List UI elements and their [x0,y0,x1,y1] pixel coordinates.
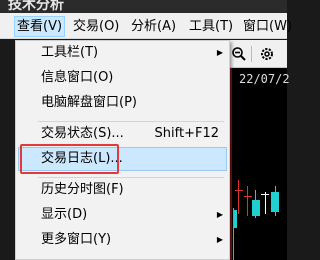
menu-item-trade-status[interactable]: 交易状态(S)... Shift+F12 [18,122,227,146]
candle-wick [238,180,239,214]
chart-date-label: 22/07/2 [239,72,290,86]
menu-item-label: 历史分时图(F) [41,182,124,197]
menu-tools[interactable]: 工具(T) [186,16,236,37]
candle-body [235,190,243,191]
menu-item-label: 电脑解盘窗口(P) [41,95,137,110]
menu-item-info-window[interactable]: 信息窗口(O) [18,66,227,90]
menu-window[interactable]: 窗口(W) [240,16,295,37]
candle-wick [265,192,266,214]
window-title-bar: 技术分析 [0,0,287,13]
menu-analysis[interactable]: 分析(A) [128,16,179,37]
toolbar [229,40,287,68]
menu-item-analysis-window[interactable]: 电脑解盘窗口(P) [18,91,227,115]
menu-item-more-windows[interactable]: 更多窗口(Y) ▶ [18,228,227,252]
submenu-arrow-icon: ▶ [216,48,223,57]
menu-item-history-chart[interactable]: 历史分时图(F) [18,178,227,202]
menu-trade[interactable]: 交易(O) [70,16,122,37]
menu-item-label: 信息窗口(O) [41,70,114,85]
candle-wick [247,186,248,216]
menu-item-shortcut: Shift+F12 [154,126,219,141]
window-title: 技术分析 [8,0,64,13]
candle-body [233,210,237,228]
candle-body [244,196,252,197]
settings-icon[interactable] [259,46,275,62]
submenu-arrow-icon: ▶ [216,210,223,219]
menubar: 查看(V) 交易(O) 分析(A) 工具(T) 窗口(W) [0,13,292,39]
candle-body [261,194,269,195]
menu-item-label: 交易状态(S)... [41,126,124,141]
toolbar-separator [251,46,252,62]
menu-item-label: 显示(D) [41,207,88,222]
menu-item-display[interactable]: 显示(D) ▶ [18,203,227,227]
annotation-highlight-box [20,144,119,174]
menu-item-label: 工具栏(T) [41,45,99,60]
menu-item-toolbar[interactable]: 工具栏(T) ▶ [18,41,227,65]
menu-view[interactable]: 查看(V) [14,16,66,37]
candle-body [252,200,260,216]
submenu-arrow-icon: ▶ [216,235,223,244]
price-chart[interactable]: 22/07/2 [229,68,290,260]
zoom-out-icon[interactable] [231,46,247,62]
candle-body [271,192,279,212]
menu-item-label: 更多窗口(Y) [41,232,112,247]
